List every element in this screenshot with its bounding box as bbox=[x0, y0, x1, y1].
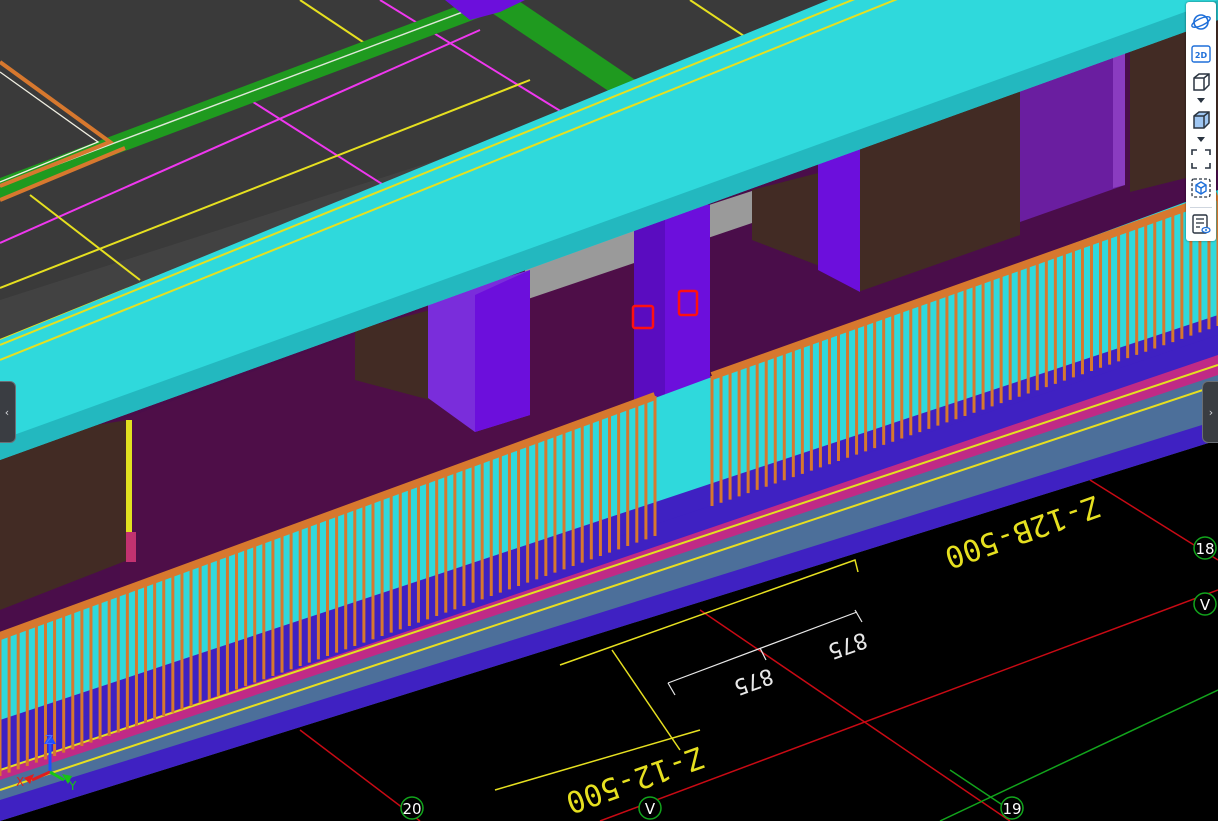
section-box-button[interactable] bbox=[1189, 176, 1213, 200]
chevron-down-icon bbox=[1197, 137, 1205, 142]
shaded-cube-icon bbox=[1193, 111, 1210, 129]
pink-post bbox=[126, 532, 136, 562]
grid-label: 19 bbox=[1002, 800, 1021, 818]
axis-label-y: Y bbox=[68, 779, 77, 793]
section-box-icon bbox=[1191, 178, 1211, 198]
wireframe-cube-icon bbox=[1193, 73, 1210, 91]
grid-label: V bbox=[1200, 596, 1211, 614]
left-panel-toggle[interactable]: ‹ bbox=[0, 381, 16, 443]
right-panel-toggle[interactable]: › bbox=[1202, 381, 1218, 443]
axis-label-z: Z bbox=[45, 733, 53, 747]
axis-label-x: X bbox=[16, 775, 24, 789]
yellow-post bbox=[126, 420, 132, 532]
shading-options-dropdown[interactable] bbox=[1196, 136, 1206, 144]
wireframe-options-dropdown[interactable] bbox=[1196, 97, 1206, 105]
grid-bubble-19[interactable]: 19 bbox=[1000, 796, 1024, 820]
2d-view-icon: 2D bbox=[1191, 45, 1211, 63]
grid-label: 20 bbox=[402, 800, 421, 818]
properties-panel-button[interactable] bbox=[1189, 212, 1213, 236]
grid-bubble-18[interactable]: 18 bbox=[1193, 536, 1217, 560]
fit-view-button[interactable] bbox=[1189, 147, 1213, 171]
properties-panel-icon bbox=[1192, 214, 1211, 234]
view-toolbar: 2D bbox=[1186, 2, 1216, 241]
grid-label: 18 bbox=[1195, 540, 1214, 558]
2d-view-button[interactable]: 2D bbox=[1189, 42, 1213, 66]
chevron-down-icon bbox=[1197, 98, 1205, 103]
shaded-view-button[interactable] bbox=[1189, 108, 1213, 132]
toolbar-divider bbox=[1190, 207, 1212, 208]
fit-view-icon bbox=[1191, 149, 1211, 169]
column-mid-right bbox=[818, 140, 860, 292]
orbit-icon bbox=[1191, 14, 1211, 30]
2d-label: 2D bbox=[1195, 51, 1208, 60]
3d-model-viewport[interactable]: Z-12B-500 Z-12-500 875 875 18 V 20 V 19 … bbox=[0, 0, 1218, 821]
wireframe-view-button[interactable] bbox=[1189, 70, 1213, 94]
grid-bubble-v-bottom[interactable]: V bbox=[638, 796, 662, 820]
grid-bubble-v-right[interactable]: V bbox=[1193, 592, 1217, 616]
grid-bubble-20[interactable]: 20 bbox=[400, 796, 424, 820]
orbit-button[interactable] bbox=[1189, 10, 1213, 34]
rear-column-edge bbox=[1113, 36, 1125, 188]
grid-label: V bbox=[645, 800, 656, 818]
